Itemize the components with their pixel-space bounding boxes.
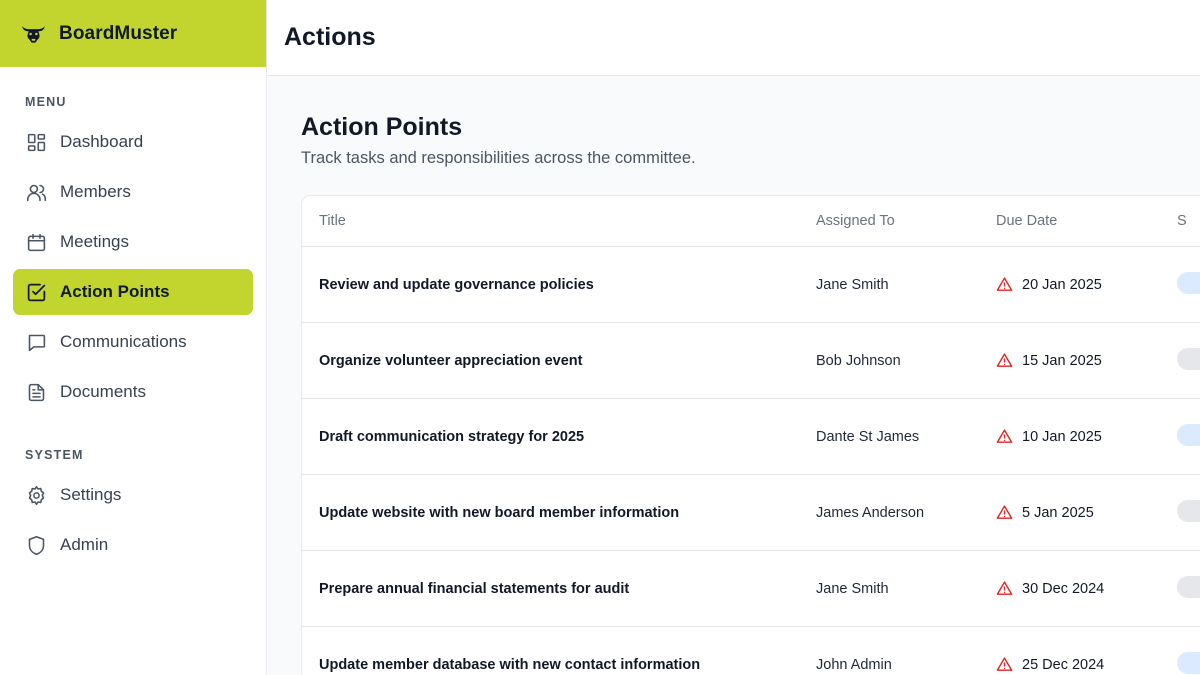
brand-header[interactable]: BoardMuster bbox=[0, 0, 266, 67]
sidebar-item-label: Communications bbox=[60, 332, 187, 351]
status-badge bbox=[1177, 499, 1200, 522]
sidebar-item-label: Settings bbox=[60, 485, 122, 504]
row-assigned: John Admin bbox=[816, 656, 892, 673]
top-bar: Actions bbox=[267, 0, 1200, 76]
page-title: Actions bbox=[284, 23, 376, 51]
dashboard-icon bbox=[25, 131, 47, 153]
content-area: Action Points Track tasks and responsibi… bbox=[267, 76, 1200, 675]
sidebar: BoardMuster MENU Dashboard Members Meeti… bbox=[0, 0, 267, 675]
row-status bbox=[1177, 347, 1200, 374]
table-row[interactable]: Update member database with new contact … bbox=[302, 627, 1200, 675]
row-assigned: Jane Smith bbox=[816, 276, 889, 293]
table-row[interactable]: Prepare annual financial statements for … bbox=[302, 551, 1200, 627]
sidebar-item-action-points[interactable]: Action Points bbox=[13, 269, 253, 315]
warning-triangle-icon bbox=[996, 580, 1013, 597]
table-header: Title Assigned To Due Date S bbox=[302, 196, 1200, 247]
row-title: Organize volunteer appreciation event bbox=[319, 352, 583, 369]
row-status bbox=[1177, 423, 1200, 450]
row-status bbox=[1177, 271, 1200, 298]
row-title: Review and update governance policies bbox=[319, 276, 594, 293]
row-title: Update member database with new contact … bbox=[319, 656, 701, 673]
document-icon bbox=[25, 381, 47, 403]
warning-triangle-icon bbox=[996, 504, 1013, 521]
row-assigned: Dante St James bbox=[816, 428, 920, 445]
row-due: 5 Jan 2025 bbox=[996, 504, 1177, 521]
row-title: Draft communication strategy for 2025 bbox=[319, 428, 585, 445]
status-badge bbox=[1177, 651, 1200, 674]
row-status bbox=[1177, 499, 1200, 526]
row-due: 25 Dec 2024 bbox=[996, 656, 1177, 673]
sidebar-item-admin[interactable]: Admin bbox=[13, 522, 253, 568]
table-row[interactable]: Review and update governance policies Ja… bbox=[302, 247, 1200, 323]
sidebar-item-dashboard[interactable]: Dashboard bbox=[13, 119, 253, 165]
column-header-due-date[interactable]: Due Date bbox=[996, 213, 1177, 229]
warning-triangle-icon bbox=[996, 352, 1013, 369]
menu-section-label: MENU bbox=[25, 95, 67, 109]
warning-triangle-icon bbox=[996, 428, 1013, 445]
sidebar-item-label: Members bbox=[60, 182, 131, 201]
table-row[interactable]: Draft communication strategy for 2025 Da… bbox=[302, 399, 1200, 475]
column-header-title[interactable]: Title bbox=[302, 213, 816, 229]
table-row[interactable]: Update website with new board member inf… bbox=[302, 475, 1200, 551]
row-status bbox=[1177, 651, 1200, 675]
warning-triangle-icon bbox=[996, 276, 1013, 293]
status-badge bbox=[1177, 347, 1200, 370]
shield-icon bbox=[25, 534, 47, 556]
column-header-status[interactable]: S bbox=[1177, 213, 1200, 229]
row-due-date: 20 Jan 2025 bbox=[1022, 276, 1102, 293]
status-badge bbox=[1177, 575, 1200, 598]
sidebar-item-members[interactable]: Members bbox=[13, 169, 253, 215]
action-points-table: Title Assigned To Due Date S Review and … bbox=[301, 195, 1200, 675]
row-assigned: Bob Johnson bbox=[816, 352, 901, 369]
row-due: 10 Jan 2025 bbox=[996, 428, 1177, 445]
sidebar-item-label: Meetings bbox=[60, 232, 129, 251]
status-badge bbox=[1177, 423, 1200, 446]
calendar-icon bbox=[25, 231, 47, 253]
row-assigned: James Anderson bbox=[816, 504, 925, 521]
row-due: 30 Dec 2024 bbox=[996, 580, 1177, 597]
row-title: Prepare annual financial statements for … bbox=[319, 580, 630, 597]
column-header-assigned[interactable]: Assigned To bbox=[816, 213, 996, 229]
checkbox-icon bbox=[25, 281, 47, 303]
users-icon bbox=[25, 181, 47, 203]
row-assigned: Jane Smith bbox=[816, 580, 889, 597]
row-due: 20 Jan 2025 bbox=[996, 276, 1177, 293]
row-due: 15 Jan 2025 bbox=[996, 352, 1177, 369]
sidebar-item-label: Documents bbox=[60, 382, 146, 401]
main-area: Actions Action Points Track tasks and re… bbox=[267, 0, 1200, 675]
sidebar-item-meetings[interactable]: Meetings bbox=[13, 219, 253, 265]
sidebar-item-settings[interactable]: Settings bbox=[13, 472, 253, 518]
sidebar-item-documents[interactable]: Documents bbox=[13, 369, 253, 415]
row-due-date: 10 Jan 2025 bbox=[1022, 428, 1102, 445]
status-badge bbox=[1177, 271, 1200, 294]
system-section-label: SYSTEM bbox=[25, 448, 84, 462]
sidebar-item-label: Dashboard bbox=[60, 132, 144, 151]
message-icon bbox=[25, 331, 47, 353]
row-due-date: 5 Jan 2025 bbox=[1022, 504, 1094, 521]
sidebar-item-label: Admin bbox=[60, 535, 109, 554]
table-row[interactable]: Organize volunteer appreciation event Bo… bbox=[302, 323, 1200, 399]
sidebar-item-label: Action Points bbox=[60, 282, 170, 301]
section-heading: Action Points bbox=[301, 113, 463, 141]
row-status bbox=[1177, 575, 1200, 602]
app-window: BoardMuster MENU Dashboard Members Meeti… bbox=[0, 0, 1200, 675]
app-name: BoardMuster bbox=[59, 22, 178, 44]
warning-triangle-icon bbox=[996, 656, 1013, 673]
bull-logo-icon bbox=[20, 23, 47, 45]
main-nav: Dashboard Members Meetings Action Points… bbox=[0, 119, 266, 415]
gear-icon bbox=[25, 484, 47, 506]
row-due-date: 30 Dec 2024 bbox=[1022, 580, 1105, 597]
sidebar-item-communications[interactable]: Communications bbox=[13, 319, 253, 365]
row-due-date: 15 Jan 2025 bbox=[1022, 352, 1102, 369]
row-due-date: 25 Dec 2024 bbox=[1022, 656, 1105, 673]
system-nav: Settings Admin bbox=[0, 472, 266, 568]
row-title: Update website with new board member inf… bbox=[319, 504, 680, 521]
section-subheading: Track tasks and responsibilities across … bbox=[301, 149, 696, 167]
